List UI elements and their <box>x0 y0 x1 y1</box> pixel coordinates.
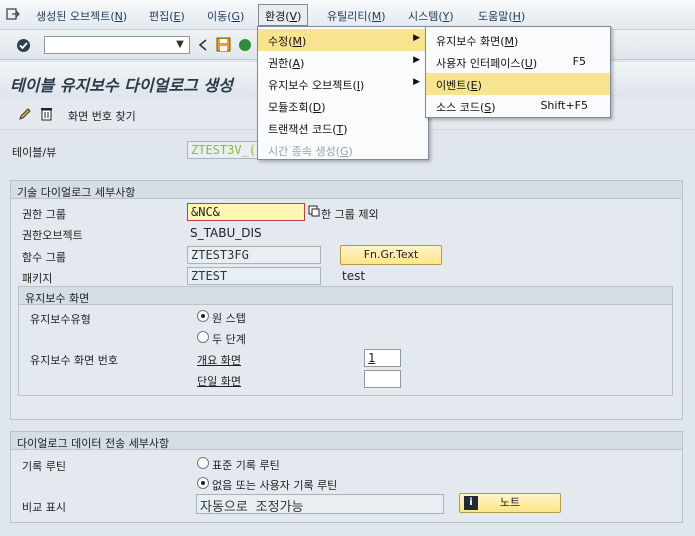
submenu-item-user-interface[interactable]: 사용자 인터페이스(U) F5 <box>426 51 610 73</box>
maint-type-label: 유지보수유형 <box>30 313 91 326</box>
two-step-label: 두 단계 <box>212 333 246 346</box>
auth-group-label: 권한 그룹 <box>22 208 66 221</box>
back-icon[interactable] <box>197 38 209 52</box>
one-step-radio[interactable] <box>197 310 209 322</box>
info-icon: i <box>464 496 478 510</box>
table-view-label: 테이블/뷰 <box>12 146 57 159</box>
command-field[interactable] <box>44 36 190 54</box>
find-screen-number-button[interactable]: 화면 번호 찾기 <box>68 108 136 124</box>
two-step-radio[interactable] <box>197 331 209 343</box>
maint-screen-number-label: 유지보수 화면 번호 <box>30 354 118 367</box>
menu-utilities[interactable]: 유틸리티(M) <box>327 8 386 24</box>
transfer-header: 다이얼로그 데이터 전송 세부사항 <box>11 432 682 450</box>
menu-edit[interactable]: 편집(E) <box>149 8 185 24</box>
single-screen-label: 단일 화면 <box>197 375 241 388</box>
trash-icon[interactable] <box>40 106 53 121</box>
single-screen-field[interactable] <box>364 370 401 388</box>
menu-system[interactable]: 시스템(Y) <box>408 8 454 24</box>
compare-flag-label: 비교 표시 <box>22 501 66 514</box>
package-description: test <box>342 269 366 283</box>
user-recording-radio[interactable] <box>197 477 209 489</box>
menu-item-time-dependent[interactable]: 시간 종속 생성(G) <box>258 139 428 161</box>
overview-screen-field[interactable]: 1 <box>364 349 401 367</box>
note-button[interactable]: i 노트 <box>459 493 561 513</box>
std-recording-label: 표준 기록 루틴 <box>212 459 280 472</box>
auth-object-value: S_TABU_DIS <box>190 226 262 240</box>
environment-menu: 수정(M) ▶ 권한(A) ▶ 유지보수 오브젝트(I) ▶ 모듈조회(D) 트랜잭션… <box>257 26 429 160</box>
save-icon[interactable] <box>216 37 231 52</box>
tech-dialog-header: 기술 다이얼로그 세부사항 <box>11 181 682 199</box>
one-step-label: 원 스텝 <box>212 312 246 325</box>
function-group-field[interactable]: ZTEST3FG <box>187 246 321 264</box>
auth-object-label: 권한오브젝트 <box>22 229 83 242</box>
package-field[interactable]: ZTEST <box>187 267 321 285</box>
fn-gr-text-button[interactable]: Fn.Gr.Text <box>340 245 442 265</box>
menu-help[interactable]: 도움말(H) <box>478 8 525 24</box>
std-recording-radio[interactable] <box>197 457 209 469</box>
menu-item-module-display[interactable]: 모듈조회(D) <box>258 95 428 117</box>
shortcut-f5: F5 <box>572 55 586 68</box>
menu-item-modify[interactable]: 수정(M) ▶ <box>258 29 428 51</box>
menu-item-authorization[interactable]: 권한(A) ▶ <box>258 51 428 73</box>
submenu-arrow-icon: ▶ <box>413 55 420 65</box>
command-dropdown-icon[interactable]: ▼ <box>172 37 188 53</box>
page-title: 테이블 유지보수 다이얼로그 생성 <box>10 76 233 95</box>
pencil-icon[interactable] <box>18 107 32 121</box>
compare-flag-field[interactable]: 자동으로 조정가능 <box>196 494 444 514</box>
auth-group-exclude-label: 한 그룹 제외 <box>321 208 379 221</box>
menu-item-transaction-code[interactable]: 트랜잭션 코드(T) <box>258 117 428 139</box>
recording-routine-label: 기록 루틴 <box>22 460 66 473</box>
back-green-icon[interactable] <box>238 38 252 52</box>
shortcut-shift-f5: Shift+F5 <box>540 99 588 112</box>
submenu-item-events[interactable]: 이벤트(E) <box>426 73 610 95</box>
submenu-arrow-icon: ▶ <box>413 33 420 43</box>
maint-screen-header: 유지보수 화면 <box>19 287 672 305</box>
menu-goto[interactable]: 이동(G) <box>207 8 244 24</box>
maint-screen-group: 유지보수 화면 <box>18 286 673 396</box>
auth-group-field[interactable]: &NC& <box>187 203 305 221</box>
overview-screen-label: 개요 화면 <box>197 354 241 367</box>
function-group-label: 함수 그룹 <box>22 251 66 264</box>
copy-icon[interactable] <box>308 205 320 217</box>
submenu-arrow-icon: ▶ <box>413 77 420 87</box>
user-recording-label: 없음 또는 사용자 기록 루틴 <box>212 479 338 492</box>
modify-submenu: 유지보수 화면(M) 사용자 인터페이스(U) F5 이벤트(E) 소스 코드(S… <box>425 26 611 118</box>
menu-generated-objects[interactable]: 생성된 오브젝트(N) <box>36 8 127 24</box>
menu-environment[interactable]: 환경(V) <box>258 4 309 26</box>
exit-menu-icon[interactable] <box>6 7 20 21</box>
note-button-label: 노트 <box>499 496 521 509</box>
package-label: 패키지 <box>22 272 53 285</box>
menu-item-maint-object[interactable]: 유지보수 오브젝트(I) ▶ <box>258 73 428 95</box>
enter-check-icon[interactable] <box>16 38 31 53</box>
submenu-item-maint-screen[interactable]: 유지보수 화면(M) <box>426 29 610 51</box>
submenu-item-source-code[interactable]: 소스 코드(S) Shift+F5 <box>426 95 610 117</box>
